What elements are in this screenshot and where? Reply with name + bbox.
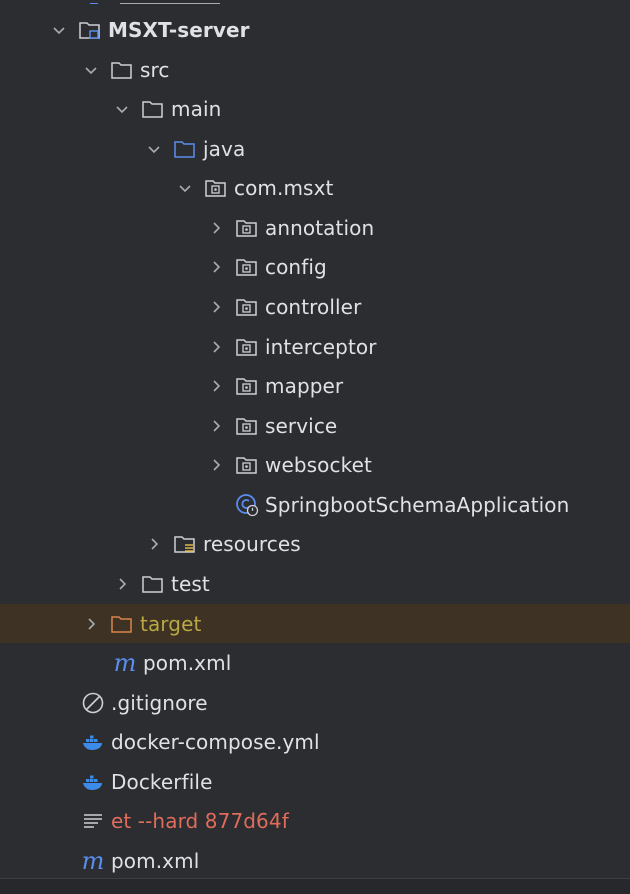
tree-item-resources[interactable]: resources xyxy=(0,524,630,563)
tree-item-target[interactable]: target xyxy=(0,604,630,643)
bottom-panel-edge xyxy=(0,878,630,894)
tree-item-label: SpringbootSchemaApplication xyxy=(265,492,570,517)
chevron-down-icon[interactable] xyxy=(176,179,194,197)
package-icon xyxy=(235,295,259,319)
module-folder-icon xyxy=(78,18,102,42)
chevron-right-icon[interactable] xyxy=(207,377,225,395)
spring-boot-class-icon xyxy=(235,493,259,517)
tree-item-docker-compose[interactable]: docker-compose.yml xyxy=(0,722,630,761)
chevron-down-icon[interactable] xyxy=(82,61,100,79)
resources-folder-icon xyxy=(173,532,197,556)
tree-item-interceptor[interactable]: interceptor xyxy=(0,327,630,366)
ignore-file-icon xyxy=(81,691,105,715)
chevron-down-icon[interactable] xyxy=(145,140,163,158)
tree-item-springboot-schema-application[interactable]: SpringbootSchemaApplication xyxy=(0,485,630,524)
docker-icon xyxy=(81,770,105,794)
package-icon xyxy=(235,414,259,438)
tree-item-module-pom-xml[interactable]: m pom.xml xyxy=(0,643,630,682)
tree-item-websocket[interactable]: websocket xyxy=(0,445,630,484)
tree-item-label: Dockerfile xyxy=(111,769,213,794)
chevron-right-icon[interactable] xyxy=(145,535,163,553)
source-folder-icon xyxy=(173,137,197,161)
package-icon xyxy=(235,216,259,240)
package-icon xyxy=(204,176,228,200)
tree-item-label: pom.xml xyxy=(111,848,200,873)
tree-item-msxt-server[interactable]: MSXT-server xyxy=(0,10,630,49)
tree-item-annotation[interactable]: annotation xyxy=(0,208,630,247)
chevron-right-icon[interactable] xyxy=(207,219,225,237)
maven-icon: m xyxy=(81,846,105,875)
tree-item-label: mapper xyxy=(265,373,344,398)
tree-item-test[interactable]: test xyxy=(0,564,630,603)
tree-item-java[interactable]: java xyxy=(0,129,630,168)
tree-item-dockerfile[interactable]: Dockerfile xyxy=(0,762,630,801)
chevron-down-icon[interactable] xyxy=(113,100,131,118)
tree-item-label: config xyxy=(265,254,327,279)
tree-item-label: et --hard 877d64f xyxy=(111,808,289,833)
chevron-right-icon[interactable] xyxy=(207,456,225,474)
tree-item-text-file[interactable]: et --hard 877d64f xyxy=(0,801,630,840)
package-icon xyxy=(235,374,259,398)
tree-item-label: websocket xyxy=(265,452,372,477)
package-icon xyxy=(235,255,259,279)
chevron-right-icon[interactable] xyxy=(207,298,225,316)
chevron-right-icon[interactable] xyxy=(113,575,131,593)
chevron-down-icon[interactable] xyxy=(50,21,68,39)
tree-item-label: pom.xml xyxy=(143,650,232,675)
tree-item-label: java xyxy=(203,136,246,161)
project-tree: MSXT-server src main java com.msxt annot… xyxy=(0,0,630,893)
tree-item-mapper[interactable]: mapper xyxy=(0,366,630,405)
tree-item-label: annotation xyxy=(265,215,375,240)
tree-item-config[interactable]: config xyxy=(0,247,630,286)
maven-icon: m xyxy=(113,648,137,677)
tree-item-root-pom-xml[interactable]: m pom.xml xyxy=(0,841,630,880)
excluded-folder-icon xyxy=(110,612,134,636)
tree-item-label: resources xyxy=(203,531,301,556)
folder-icon xyxy=(141,572,165,596)
tree-item-service[interactable]: service xyxy=(0,406,630,445)
package-icon xyxy=(235,335,259,359)
tree-item-label: interceptor xyxy=(265,334,377,359)
tree-item-label: MSXT-server xyxy=(108,17,250,42)
tree-item-label: docker-compose.yml xyxy=(111,729,320,754)
package-icon xyxy=(235,453,259,477)
tree-item-gitignore[interactable]: .gitignore xyxy=(0,683,630,722)
chevron-right-icon[interactable] xyxy=(207,338,225,356)
folder-icon xyxy=(141,97,165,121)
tree-item-main[interactable]: main xyxy=(0,89,630,128)
tree-item-controller[interactable]: controller xyxy=(0,287,630,326)
text-file-icon xyxy=(81,809,105,833)
docker-icon xyxy=(81,730,105,754)
tree-item-label: src xyxy=(140,57,170,82)
tree-item-label: service xyxy=(265,413,338,438)
clipped-row-above xyxy=(80,0,280,4)
chevron-right-icon[interactable] xyxy=(207,417,225,435)
chevron-right-icon[interactable] xyxy=(82,615,100,633)
tree-item-label: com.msxt xyxy=(234,175,334,200)
folder-icon xyxy=(110,58,134,82)
tree-item-label: test xyxy=(171,571,210,596)
tree-item-com-msxt[interactable]: com.msxt xyxy=(0,168,630,207)
tree-item-label: controller xyxy=(265,294,362,319)
chevron-right-icon[interactable] xyxy=(207,258,225,276)
tree-item-label: target xyxy=(140,611,202,636)
tree-item-label: .gitignore xyxy=(111,690,208,715)
tree-item-src[interactable]: src xyxy=(0,50,630,89)
tree-item-label: main xyxy=(171,96,222,121)
